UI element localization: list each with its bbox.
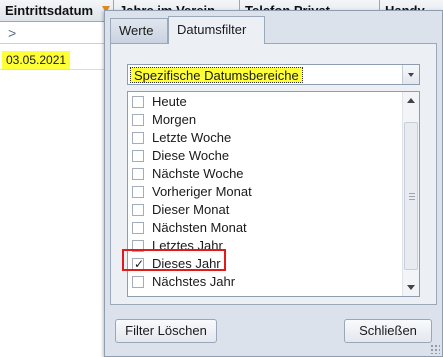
date-range-combobox[interactable]: Spezifische Datumsbereiche — [127, 64, 420, 85]
checkbox[interactable] — [132, 150, 144, 162]
close-button[interactable]: Schließen — [344, 319, 432, 343]
combobox-dropdown-button[interactable] — [402, 65, 419, 84]
checkbox[interactable] — [132, 96, 144, 108]
list-item[interactable]: Nächstes Jahr — [128, 273, 400, 291]
list-item-label: Morgen — [152, 112, 197, 127]
list-item[interactable]: Letzte Woche — [128, 129, 400, 147]
chevron-right-icon: > — [8, 25, 17, 41]
column-header-eintrittsdatum[interactable]: Eintrittsdatum — [0, 0, 114, 22]
list-item-label: Dieser Monat — [152, 202, 230, 217]
checkbox[interactable] — [132, 114, 144, 126]
dropdown-arrow-icon — [408, 73, 414, 77]
grid-cell-value[interactable]: 03.05.2021 — [2, 51, 71, 69]
scroll-grip-icon — [409, 193, 415, 200]
clear-filter-button[interactable]: Filter Löschen — [115, 319, 217, 343]
list-item-label: Vorheriger Monat — [152, 184, 252, 199]
checkbox[interactable] — [132, 255, 144, 273]
column-header-label: Eintrittsdatum — [5, 3, 94, 18]
combobox-value: Spezifische Datumsbereiche — [130, 67, 303, 83]
checkbox[interactable] — [132, 222, 144, 234]
scroll-up-button[interactable] — [403, 92, 419, 109]
tab-werte[interactable]: Werte — [110, 18, 168, 43]
tab-label: Werte — [119, 23, 154, 38]
list-scrollbar[interactable] — [402, 92, 419, 296]
list-item[interactable]: Vorheriger Monat — [128, 183, 400, 201]
list-item[interactable]: Diese Woche — [128, 147, 400, 165]
tab-panel-datumsfilter: Spezifische Datumsbereiche Heute Morgen Le… — [110, 43, 437, 305]
list-item-label: Nächstes Jahr — [152, 274, 236, 289]
checkbox[interactable] — [132, 132, 144, 144]
checkbox[interactable] — [132, 276, 144, 288]
list-item-label: Dieses Jahr — [152, 256, 221, 271]
filter-popup: Werte Datumsfilter Spezifische Datumsber… — [104, 10, 443, 357]
list-item-label: Nächste Woche — [152, 166, 244, 181]
tab-datumsfilter[interactable]: Datumsfilter — [168, 16, 265, 44]
list-item[interactable]: Dieser Monat — [128, 201, 400, 219]
list-item[interactable]: Dieses Jahr — [128, 255, 400, 273]
list-item-label: Letzte Woche — [152, 130, 232, 145]
checkbox[interactable] — [132, 204, 144, 216]
checkbox[interactable] — [132, 240, 144, 252]
list-item[interactable]: Letztes Jahr — [128, 237, 400, 255]
list-item[interactable]: Heute — [128, 93, 400, 111]
list-item[interactable]: Nächsten Monat — [128, 219, 400, 237]
list-item-label: Letztes Jahr — [152, 238, 223, 253]
list-item[interactable]: Morgen — [128, 111, 400, 129]
checkbox[interactable] — [132, 186, 144, 198]
resize-grip-icon[interactable] — [430, 344, 440, 354]
list-item-label: Heute — [152, 94, 187, 109]
scroll-down-button[interactable] — [403, 279, 419, 296]
list-item-label: Diese Woche — [152, 148, 230, 163]
list-item-label: Nächsten Monat — [152, 220, 247, 235]
scroll-thumb[interactable] — [404, 122, 418, 270]
list-item[interactable]: Nächste Woche — [128, 165, 400, 183]
scroll-up-icon — [407, 98, 415, 103]
tab-label: Datumsfilter — [177, 22, 247, 37]
date-filter-list: Heute Morgen Letzte Woche Diese Woche Nächst… — [127, 91, 420, 297]
checkbox[interactable] — [132, 168, 144, 180]
scroll-down-icon — [407, 285, 415, 290]
